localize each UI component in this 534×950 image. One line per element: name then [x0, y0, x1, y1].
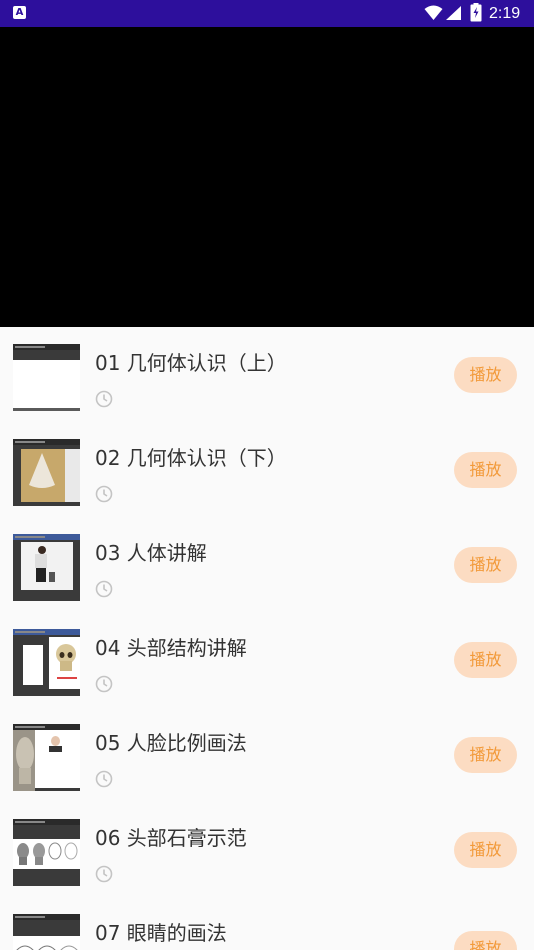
lesson-list[interactable]: 01 几何体认识（上） 播放 02 几何体认识（下） 播放 03 人体讲解 播放… — [0, 327, 534, 950]
lesson-title: 03 人体讲解 — [95, 541, 207, 565]
list-item[interactable]: 05 人脸比例画法 播放 — [0, 707, 534, 802]
app-notification-icon: A — [13, 6, 26, 19]
lesson-thumbnail — [13, 819, 80, 886]
play-button[interactable]: 播放 — [454, 832, 517, 868]
clock-icon — [95, 865, 113, 883]
lesson-thumbnail — [13, 914, 80, 950]
status-time: 2:19 — [489, 5, 521, 22]
play-button[interactable]: 播放 — [454, 547, 517, 583]
lesson-thumbnail — [13, 724, 80, 791]
lesson-title: 05 人脸比例画法 — [95, 731, 247, 755]
play-button[interactable]: 播放 — [454, 931, 517, 950]
lesson-thumbnail — [13, 629, 80, 696]
status-bar: A 2:19 — [0, 0, 534, 27]
lesson-title: 06 头部石膏示范 — [95, 826, 247, 850]
play-button[interactable]: 播放 — [454, 737, 517, 773]
list-item[interactable]: 06 头部石膏示范 播放 — [0, 802, 534, 897]
list-item[interactable]: 02 几何体认识（下） 播放 — [0, 422, 534, 517]
lesson-title: 01 几何体认识（上） — [95, 351, 287, 375]
lesson-thumbnail — [13, 534, 80, 601]
clock-icon — [95, 485, 113, 503]
play-button[interactable]: 播放 — [454, 452, 517, 488]
play-button[interactable]: 播放 — [454, 357, 517, 393]
lesson-title: 07 眼睛的画法 — [95, 921, 227, 945]
list-item[interactable]: 04 头部结构讲解 播放 — [0, 612, 534, 707]
signal-icon — [446, 6, 461, 20]
clock-icon — [95, 390, 113, 408]
lesson-title: 02 几何体认识（下） — [95, 446, 287, 470]
play-button[interactable]: 播放 — [454, 642, 517, 678]
lesson-thumbnail — [13, 439, 80, 506]
video-player[interactable] — [0, 27, 534, 327]
wifi-icon — [424, 5, 443, 20]
clock-icon — [95, 580, 113, 598]
battery-charging-icon — [470, 3, 482, 22]
clock-icon — [95, 770, 113, 788]
list-item[interactable]: 07 眼睛的画法 播放 — [0, 897, 534, 950]
list-item[interactable]: 03 人体讲解 播放 — [0, 517, 534, 612]
lesson-title: 04 头部结构讲解 — [95, 636, 247, 660]
clock-icon — [95, 675, 113, 693]
lesson-thumbnail — [13, 344, 80, 411]
list-item[interactable]: 01 几何体认识（上） 播放 — [0, 327, 534, 422]
